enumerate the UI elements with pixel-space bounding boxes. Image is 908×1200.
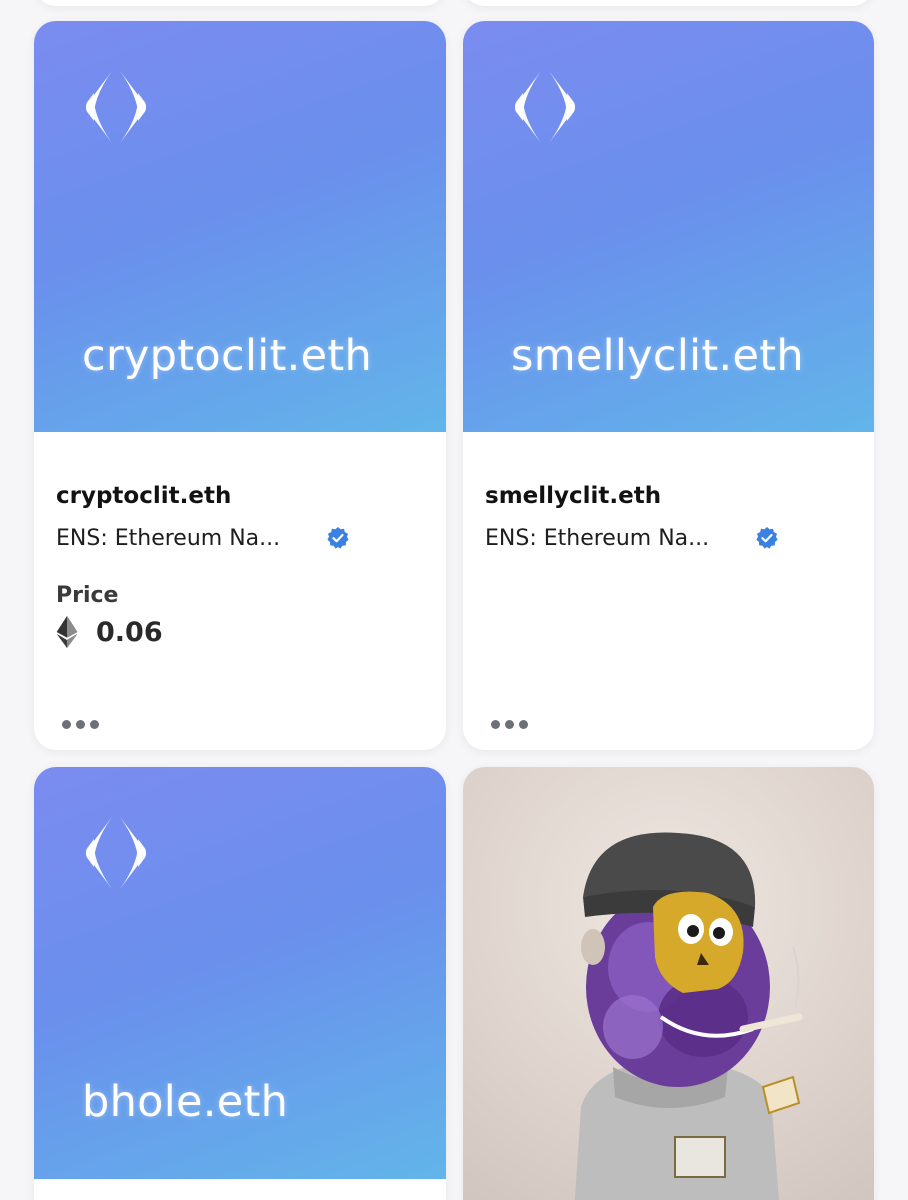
nft-image-name: smellyclit.eth xyxy=(511,331,804,381)
collection-row[interactable]: ENS: Ethereum Na... xyxy=(485,523,852,553)
verified-badge-icon xyxy=(327,527,349,549)
nft-card-partial[interactable] xyxy=(34,0,446,6)
nft-title[interactable]: cryptoclit.eth xyxy=(56,483,424,509)
nft-image-name: cryptoclit.eth xyxy=(82,331,373,381)
more-dots-icon[interactable] xyxy=(62,714,102,734)
card-info: smellyclit.eth ENS: Ethereum Na... xyxy=(485,451,852,553)
verified-badge-icon xyxy=(756,527,778,549)
price-row: 0.06 xyxy=(56,616,424,648)
nft-card-partial[interactable] xyxy=(463,0,874,6)
nft-thumbnail[interactable]: bhole.eth xyxy=(34,767,446,1179)
nft-grid: cryptoclit.eth cryptoclit.eth ENS: Ether… xyxy=(0,0,908,1200)
card-info: cryptoclit.eth ENS: Ethereum Na... Price… xyxy=(56,451,424,648)
nft-character-image[interactable] xyxy=(463,767,874,1200)
collection-name[interactable]: ENS: Ethereum Na... xyxy=(485,526,735,551)
ens-logo-icon xyxy=(86,71,146,143)
ens-logo-icon xyxy=(515,71,575,143)
nft-card-bhole[interactable]: bhole.eth xyxy=(34,767,446,1200)
nft-card-cryptoclit[interactable]: cryptoclit.eth cryptoclit.eth ENS: Ether… xyxy=(34,21,446,750)
nft-title[interactable]: smellyclit.eth xyxy=(485,483,852,509)
ethereum-icon xyxy=(56,616,78,648)
price-label: Price xyxy=(56,583,119,608)
nft-image-name: bhole.eth xyxy=(82,1077,289,1127)
collection-row[interactable]: ENS: Ethereum Na... xyxy=(56,523,424,553)
more-dots-icon[interactable] xyxy=(491,714,531,734)
nft-card-character[interactable] xyxy=(463,767,874,1200)
nft-thumbnail[interactable]: smellyclit.eth xyxy=(463,21,874,432)
nft-card-smellyclit[interactable]: smellyclit.eth smellyclit.eth ENS: Ether… xyxy=(463,21,874,750)
price-value: 0.06 xyxy=(96,616,163,648)
collection-name[interactable]: ENS: Ethereum Na... xyxy=(56,526,306,551)
nft-character-illustration xyxy=(574,832,803,1200)
nft-thumbnail[interactable]: cryptoclit.eth xyxy=(34,21,446,432)
ens-logo-icon xyxy=(86,817,146,889)
